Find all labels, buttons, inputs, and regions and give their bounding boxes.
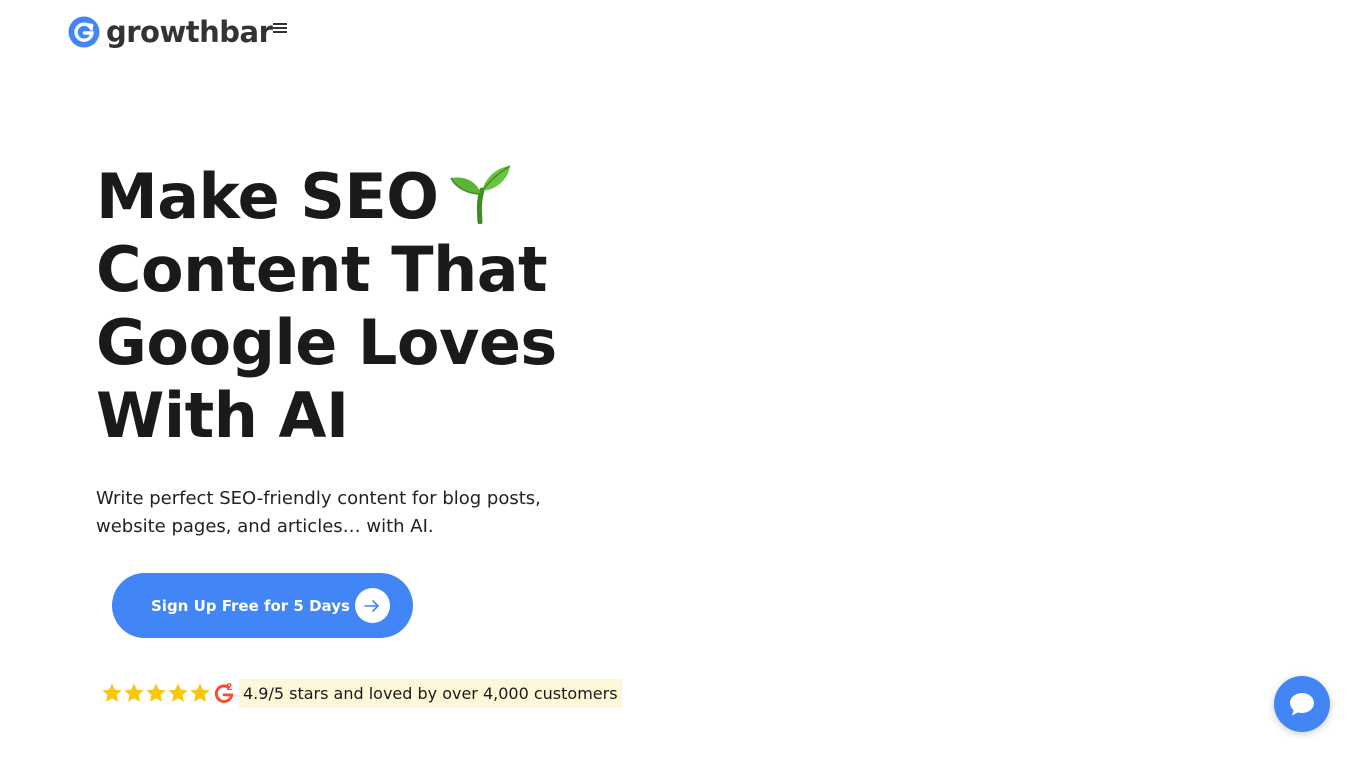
logo-wordmark: growthbar — [106, 15, 273, 49]
chat-widget-button[interactable] — [1274, 676, 1330, 732]
star-icon — [190, 683, 210, 702]
hero-title-line-1: Make SEO — [96, 160, 656, 233]
hero-section: Make SEO Content That Google Loves With … — [96, 160, 656, 452]
hamburger-menu-icon[interactable] — [273, 22, 288, 34]
growthbar-logo-icon — [68, 16, 100, 48]
signup-button-label: Sign Up Free for 5 Days — [151, 596, 350, 615]
star-icon — [168, 683, 188, 702]
arrow-right-icon — [354, 588, 390, 623]
star-icon — [102, 683, 122, 702]
site-header: growthbar — [68, 14, 288, 50]
star-rating — [101, 682, 211, 704]
hero-title-line-2: Content That — [96, 233, 548, 306]
hero-title: Make SEO Content That Google Loves With … — [96, 160, 656, 452]
star-icon — [146, 683, 166, 702]
star-icon — [124, 683, 144, 702]
seedling-icon — [450, 165, 511, 224]
hero-title-line-3: Google Loves — [96, 306, 557, 379]
rating-row: 4.9/5 stars and loved by over 4,000 cust… — [101, 677, 622, 709]
hero-subtitle: Write perfect SEO-friendly content for b… — [96, 488, 541, 537]
growthbar-logo[interactable]: growthbar — [68, 15, 273, 49]
hero-title-line-4: With AI — [96, 379, 349, 452]
rating-text: 4.9/5 stars and loved by over 4,000 cust… — [239, 678, 622, 708]
chat-bubble-icon — [1290, 693, 1314, 716]
g2-logo-icon — [214, 683, 234, 703]
signup-button[interactable]: Sign Up Free for 5 Days — [112, 573, 413, 638]
